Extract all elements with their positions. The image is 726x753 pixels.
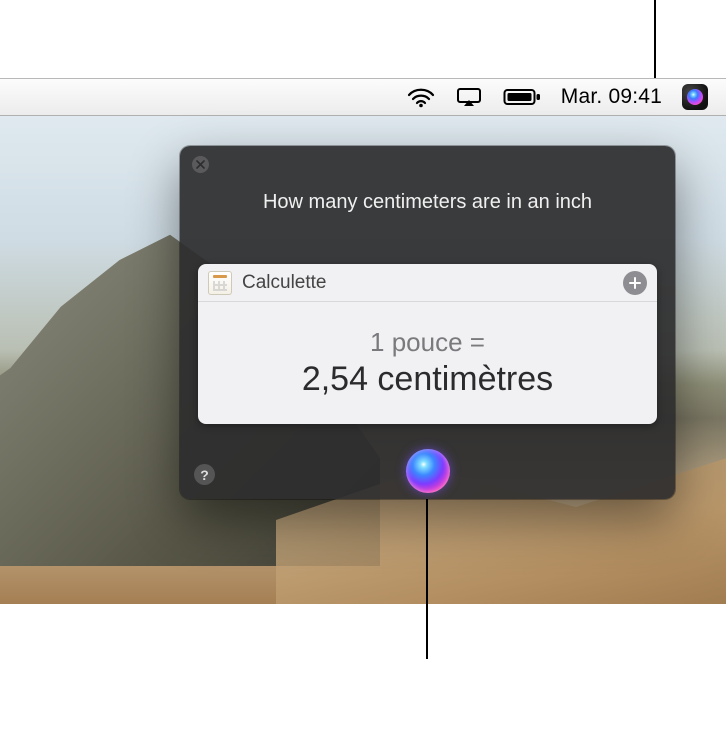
callout-line-top	[654, 0, 656, 78]
callout-line-bottom	[426, 499, 428, 659]
wifi-icon[interactable]	[407, 86, 435, 108]
menubar-clock[interactable]: Mar. 09:41	[561, 85, 662, 109]
airplay-icon[interactable]	[455, 86, 483, 108]
add-result-button[interactable]	[623, 271, 647, 295]
result-card-header: Calculette	[198, 264, 657, 302]
siri-icon	[687, 89, 703, 105]
result-value-line: 2,54 centimètres	[302, 360, 553, 399]
siri-results-panel: How many centimeters are in an inch Calc…	[180, 146, 675, 499]
help-button[interactable]: ?	[194, 464, 215, 485]
siri-menubar-button[interactable]	[682, 84, 708, 110]
calculator-icon	[208, 271, 232, 295]
close-button[interactable]	[192, 156, 209, 173]
siri-query-text: How many centimeters are in an inch	[180, 191, 675, 214]
siri-result-card: Calculette 1 pouce = 2,54 centimètres	[198, 264, 657, 424]
result-card-body: 1 pouce = 2,54 centimètres	[198, 302, 657, 424]
result-app-name: Calculette	[242, 272, 327, 294]
menubar: Mar. 09:41	[0, 78, 726, 116]
result-unit-line: 1 pouce =	[370, 327, 485, 358]
siri-mic-button[interactable]	[406, 449, 450, 493]
battery-icon[interactable]	[503, 87, 541, 107]
